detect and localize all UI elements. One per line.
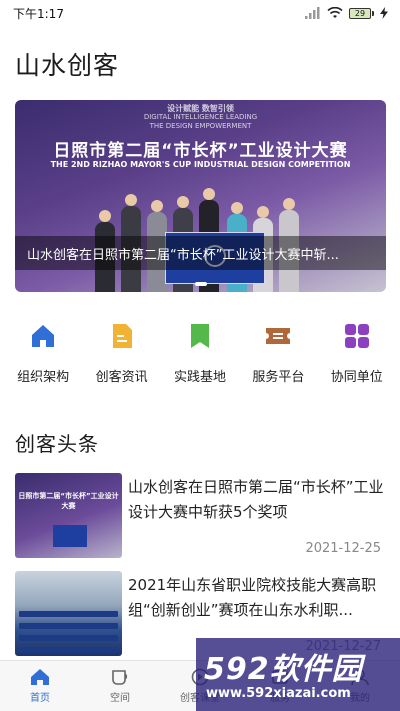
signal-icon	[305, 7, 320, 19]
news-title: 2021年山东省职业院校技能大赛高职组“创新创业”赛项在山东水利职...	[128, 576, 377, 619]
banner-dot-active	[194, 282, 207, 286]
wifi-icon	[327, 7, 343, 18]
status-time: 下午1:17	[13, 6, 64, 21]
tab-home[interactable]: 首页	[0, 661, 80, 711]
nav-item-label: 组织架构	[17, 370, 70, 385]
watermark-url: www.592xiazai.com	[206, 686, 351, 701]
news-date: 2021-12-25	[305, 541, 381, 556]
nav-item-label: 服务平台	[252, 370, 305, 385]
tab-space[interactable]: 空间	[80, 661, 160, 711]
grid-icon	[343, 322, 371, 350]
news-thumbnail-text: 日照市第二届“市长杯”工业设计大赛	[18, 492, 119, 510]
nav-item-partners[interactable]: 协同单位	[320, 322, 394, 392]
battery-icon: 29	[349, 7, 374, 19]
status-icons: 29	[305, 7, 388, 19]
bookmark-icon	[186, 322, 214, 350]
status-bar: 下午1:17 29	[0, 0, 400, 26]
tab-label: 空间	[110, 693, 130, 704]
nav-item-news[interactable]: 创客资讯	[85, 322, 159, 392]
nav-item-organization[interactable]: 组织架构	[6, 322, 80, 392]
charging-icon	[380, 7, 388, 19]
nav-item-label: 创客资讯	[95, 370, 148, 385]
nav-item-label: 实践基地	[173, 370, 226, 385]
nav-item-label: 协同单位	[330, 370, 383, 385]
tab-label: 首页	[30, 693, 50, 704]
category-nav: 组织架构 创客资讯 实践基地 服务平台 协同单位	[0, 322, 400, 392]
watermark-overlay: 592软件园 www.592xiazai.com	[196, 638, 400, 711]
page-title: 山水创客	[15, 51, 120, 80]
banner-image-subtitle: THE 2ND RIZHAO MAYOR'S CUP INDUSTRIAL DE…	[50, 160, 351, 169]
headlines-title: 创客头条	[15, 432, 99, 456]
banner-pagination	[15, 282, 386, 286]
nav-item-practice-base[interactable]: 实践基地	[163, 322, 237, 392]
banner-carousel[interactable]: 设计赋能 数智引领 DIGITAL INTELLIGENCE LEADING T…	[15, 100, 386, 292]
ticket-icon	[264, 322, 292, 350]
news-item[interactable]: 日照市第二届“市长杯”工业设计大赛 山水创客在日照市第二届“市长杯”工业设计大赛…	[15, 473, 385, 563]
battery-level: 29	[349, 7, 371, 19]
home-icon	[29, 322, 57, 350]
banner-caption-bar: 山水创客在日照市第二届“市长杯”工业设计大赛中斩...	[15, 236, 386, 270]
watermark-logo-text: 592软件园	[204, 652, 363, 687]
nav-item-service-platform[interactable]: 服务平台	[241, 322, 315, 392]
cup-icon	[112, 670, 128, 685]
banner-image-headline: 日照市第二届“市长杯”工业设计大赛	[53, 141, 348, 161]
news-title: 山水创客在日照市第二届“市长杯”工业设计大赛中斩获5个奖项	[128, 478, 384, 521]
banner-caption: 山水创客在日照市第二届“市长杯”工业设计大赛中斩...	[27, 248, 339, 263]
home-icon	[31, 669, 49, 685]
document-icon	[108, 322, 136, 350]
news-thumbnail	[15, 571, 122, 656]
news-thumbnail: 日照市第二届“市长杯”工业设计大赛	[15, 473, 122, 558]
banner-image-tagline: 设计赋能 数智引领 DIGITAL INTELLIGENCE LEADING T…	[143, 104, 258, 130]
